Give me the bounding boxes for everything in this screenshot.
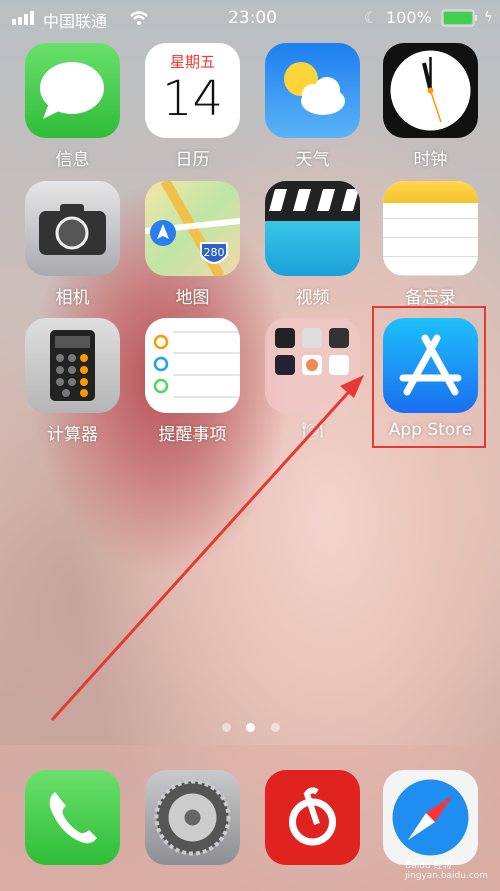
netease-music-icon — [265, 770, 360, 865]
safari-icon — [383, 770, 478, 865]
page-dot[interactable] — [222, 723, 231, 732]
watermark: Baidu 经验 jingyan.baidu.com — [405, 861, 489, 881]
settings-icon — [145, 770, 240, 865]
phone-icon — [25, 770, 120, 865]
dock-settings[interactable] — [145, 770, 240, 865]
dock-safari[interactable] — [383, 770, 478, 865]
page-dot-current[interactable] — [246, 723, 255, 732]
dock-netease-music[interactable] — [265, 770, 360, 865]
dock-phone[interactable] — [25, 770, 120, 865]
page-dot[interactable] — [271, 723, 280, 732]
